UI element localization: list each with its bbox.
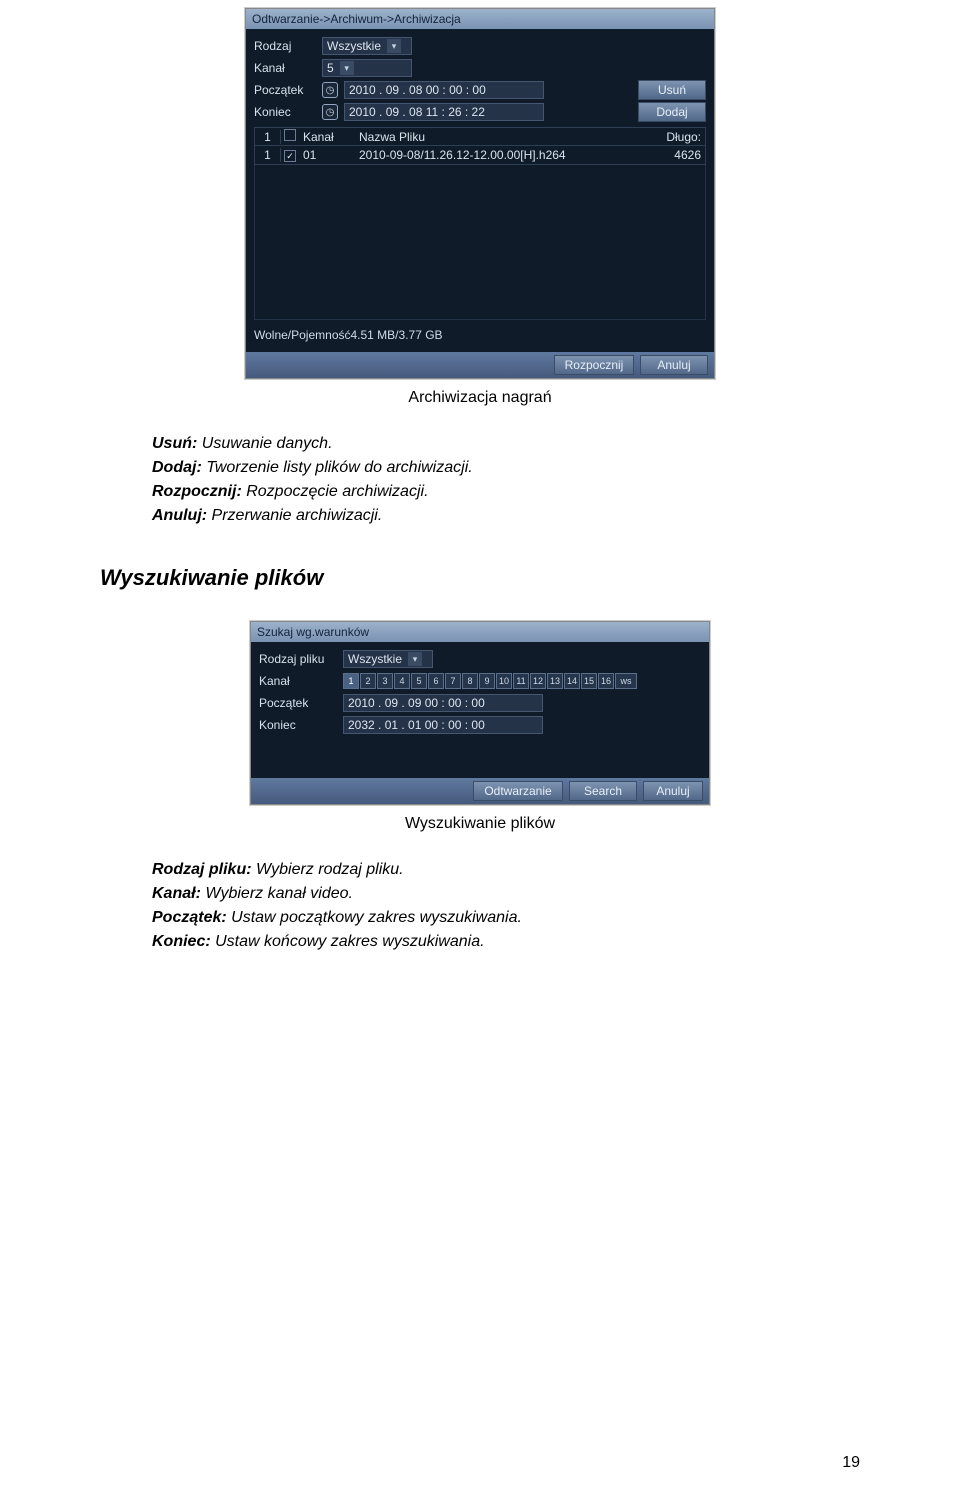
def-rozpocznij-val: Rozpoczęcie archiwizacji. <box>246 483 428 500</box>
archive-window: Odtwarzanie->Archiwum->Archiwizacja Rodz… <box>245 8 715 379</box>
odtwarzanie-button[interactable]: Odtwarzanie <box>473 781 563 801</box>
file-table: 1 Kanał Nazwa Pliku Długo: 1 ✓ 01 2010-0… <box>254 127 706 165</box>
titlebar: Szukaj wg.warunków <box>251 622 709 642</box>
clock-icon[interactable]: ◷ <box>322 82 338 98</box>
def-anuluj-val: Przerwanie archiwizacji. <box>212 507 383 524</box>
rodzaj-pliku-dropdown[interactable]: Wszystkie ▾ <box>343 650 433 668</box>
checkbox-row[interactable]: ✓ <box>284 150 296 162</box>
channel-button[interactable]: 6 <box>428 673 444 689</box>
def-anuluj-key: Anuluj: <box>152 507 207 524</box>
def-kanal-val: Wybierz kanał video. <box>205 885 353 902</box>
cell-n: 1 <box>255 148 281 162</box>
checkbox-all[interactable] <box>284 129 296 141</box>
def-rodzaj-val: Wybierz rodzaj pliku. <box>256 861 404 878</box>
caption-wyszukiwanie: Wyszukiwanie plików <box>100 815 860 833</box>
label-poczatek: Początek <box>254 83 316 97</box>
titlebar: Odtwarzanie->Archiwum->Archiwizacja <box>246 9 714 29</box>
rodzaj-pliku-value: Wszystkie <box>348 652 402 666</box>
channel-button[interactable]: 15 <box>581 673 597 689</box>
channel-button[interactable]: 14 <box>564 673 580 689</box>
def-kanal-key: Kanał: <box>152 885 201 902</box>
table-blank <box>254 165 706 320</box>
chevron-down-icon: ▾ <box>387 39 401 53</box>
channel-button[interactable]: 12 <box>530 673 546 689</box>
koniec-input[interactable]: 2032 . 01 . 01 00 : 00 : 00 <box>343 716 543 734</box>
channel-button[interactable]: 5 <box>411 673 427 689</box>
window-footer: Rozpocznij Anuluj <box>246 352 714 378</box>
kanal-dropdown[interactable]: 5 ▾ <box>322 59 412 77</box>
table-row[interactable]: 1 ✓ 01 2010-09-08/11.26.12-12.00.00[H].h… <box>255 146 705 164</box>
cell-nazwa: 2010-09-08/11.26.12-12.00.00[H].h264 <box>355 148 655 162</box>
search-window: Szukaj wg.warunków Rodzaj pliku Wszystki… <box>250 621 710 805</box>
channel-button[interactable]: 2 <box>360 673 376 689</box>
def-koniec-val: Ustaw końcowy zakres wyszukiwania. <box>215 933 484 950</box>
label-rodzaj-pliku: Rodzaj pliku <box>259 652 337 666</box>
channel-button[interactable]: 9 <box>479 673 495 689</box>
anuluj-button[interactable]: Anuluj <box>643 781 703 801</box>
channel-button[interactable]: 7 <box>445 673 461 689</box>
koniec-input[interactable]: 2010 . 09 . 08 11 : 26 : 22 <box>344 103 544 121</box>
page-number: 19 <box>842 1454 860 1472</box>
status-text: Wolne/Pojemność4.51 MB/3.77 GB <box>254 326 706 344</box>
caption-archiwizacja: Archiwizacja nagrań <box>100 389 860 407</box>
kanal-value: 5 <box>327 61 334 75</box>
chevron-down-icon: ▾ <box>408 652 422 666</box>
def-usun-val: Usuwanie danych. <box>202 435 333 452</box>
label-kanal: Kanał <box>254 61 316 75</box>
cell-dlugo: 4626 <box>655 148 705 162</box>
definitions-1: Usuń: Usuwanie danych. Dodaj: Tworzenie … <box>152 435 860 525</box>
channel-button[interactable]: 13 <box>547 673 563 689</box>
cell-kanal: 01 <box>299 148 355 162</box>
clock-icon[interactable]: ◷ <box>322 104 338 120</box>
col-kanal: Kanał <box>299 130 355 144</box>
poczatek-input[interactable]: 2010 . 09 . 08 00 : 00 : 00 <box>344 81 544 99</box>
def-dodaj-val: Tworzenie listy plików do archiwizacji. <box>206 459 472 476</box>
label-poczatek: Początek <box>259 696 337 710</box>
label-kanal: Kanał <box>259 674 337 688</box>
def-usun-key: Usuń: <box>152 435 197 452</box>
label-koniec: Koniec <box>259 718 337 732</box>
label-rodzaj: Rodzaj <box>254 39 316 53</box>
search-button[interactable]: Search <box>569 781 637 801</box>
channel-button[interactable]: 10 <box>496 673 512 689</box>
col-dlugo: Długo: <box>655 130 705 144</box>
channel-button[interactable]: 8 <box>462 673 478 689</box>
chevron-down-icon: ▾ <box>340 61 354 75</box>
channel-button[interactable]: ws <box>615 673 637 689</box>
def-rozpocznij-key: Rozpocznij: <box>152 483 242 500</box>
def-rodzaj-key: Rodzaj pliku: <box>152 861 252 878</box>
col-nazwa: Nazwa Pliku <box>355 130 655 144</box>
definitions-2: Rodzaj pliku: Wybierz rodzaj pliku. Kana… <box>152 861 860 951</box>
def-poczatek-val: Ustaw początkowy zakres wyszukiwania. <box>231 909 522 926</box>
window-footer: Odtwarzanie Search Anuluj <box>251 778 709 804</box>
def-poczatek-key: Początek: <box>152 909 227 926</box>
rodzaj-value: Wszystkie <box>327 39 381 53</box>
channel-button[interactable]: 11 <box>513 673 529 689</box>
poczatek-input[interactable]: 2010 . 09 . 09 00 : 00 : 00 <box>343 694 543 712</box>
label-koniec: Koniec <box>254 105 316 119</box>
col-n: 1 <box>255 130 281 144</box>
def-dodaj-key: Dodaj: <box>152 459 202 476</box>
channel-selector: 1 2 3 4 5 6 7 8 9 10 11 12 13 14 15 16 w… <box>343 673 637 689</box>
section-heading: Wyszukiwanie plików <box>100 565 860 591</box>
channel-button[interactable]: 4 <box>394 673 410 689</box>
channel-button[interactable]: 16 <box>598 673 614 689</box>
usun-button[interactable]: Usuń <box>638 80 706 100</box>
anuluj-button[interactable]: Anuluj <box>640 355 708 375</box>
dodaj-button[interactable]: Dodaj <box>638 102 706 122</box>
table-header: 1 Kanał Nazwa Pliku Długo: <box>255 128 705 146</box>
channel-button[interactable]: 1 <box>343 673 359 689</box>
def-koniec-key: Koniec: <box>152 933 211 950</box>
rozpocznij-button[interactable]: Rozpocznij <box>554 355 634 375</box>
rodzaj-dropdown[interactable]: Wszystkie ▾ <box>322 37 412 55</box>
channel-button[interactable]: 3 <box>377 673 393 689</box>
